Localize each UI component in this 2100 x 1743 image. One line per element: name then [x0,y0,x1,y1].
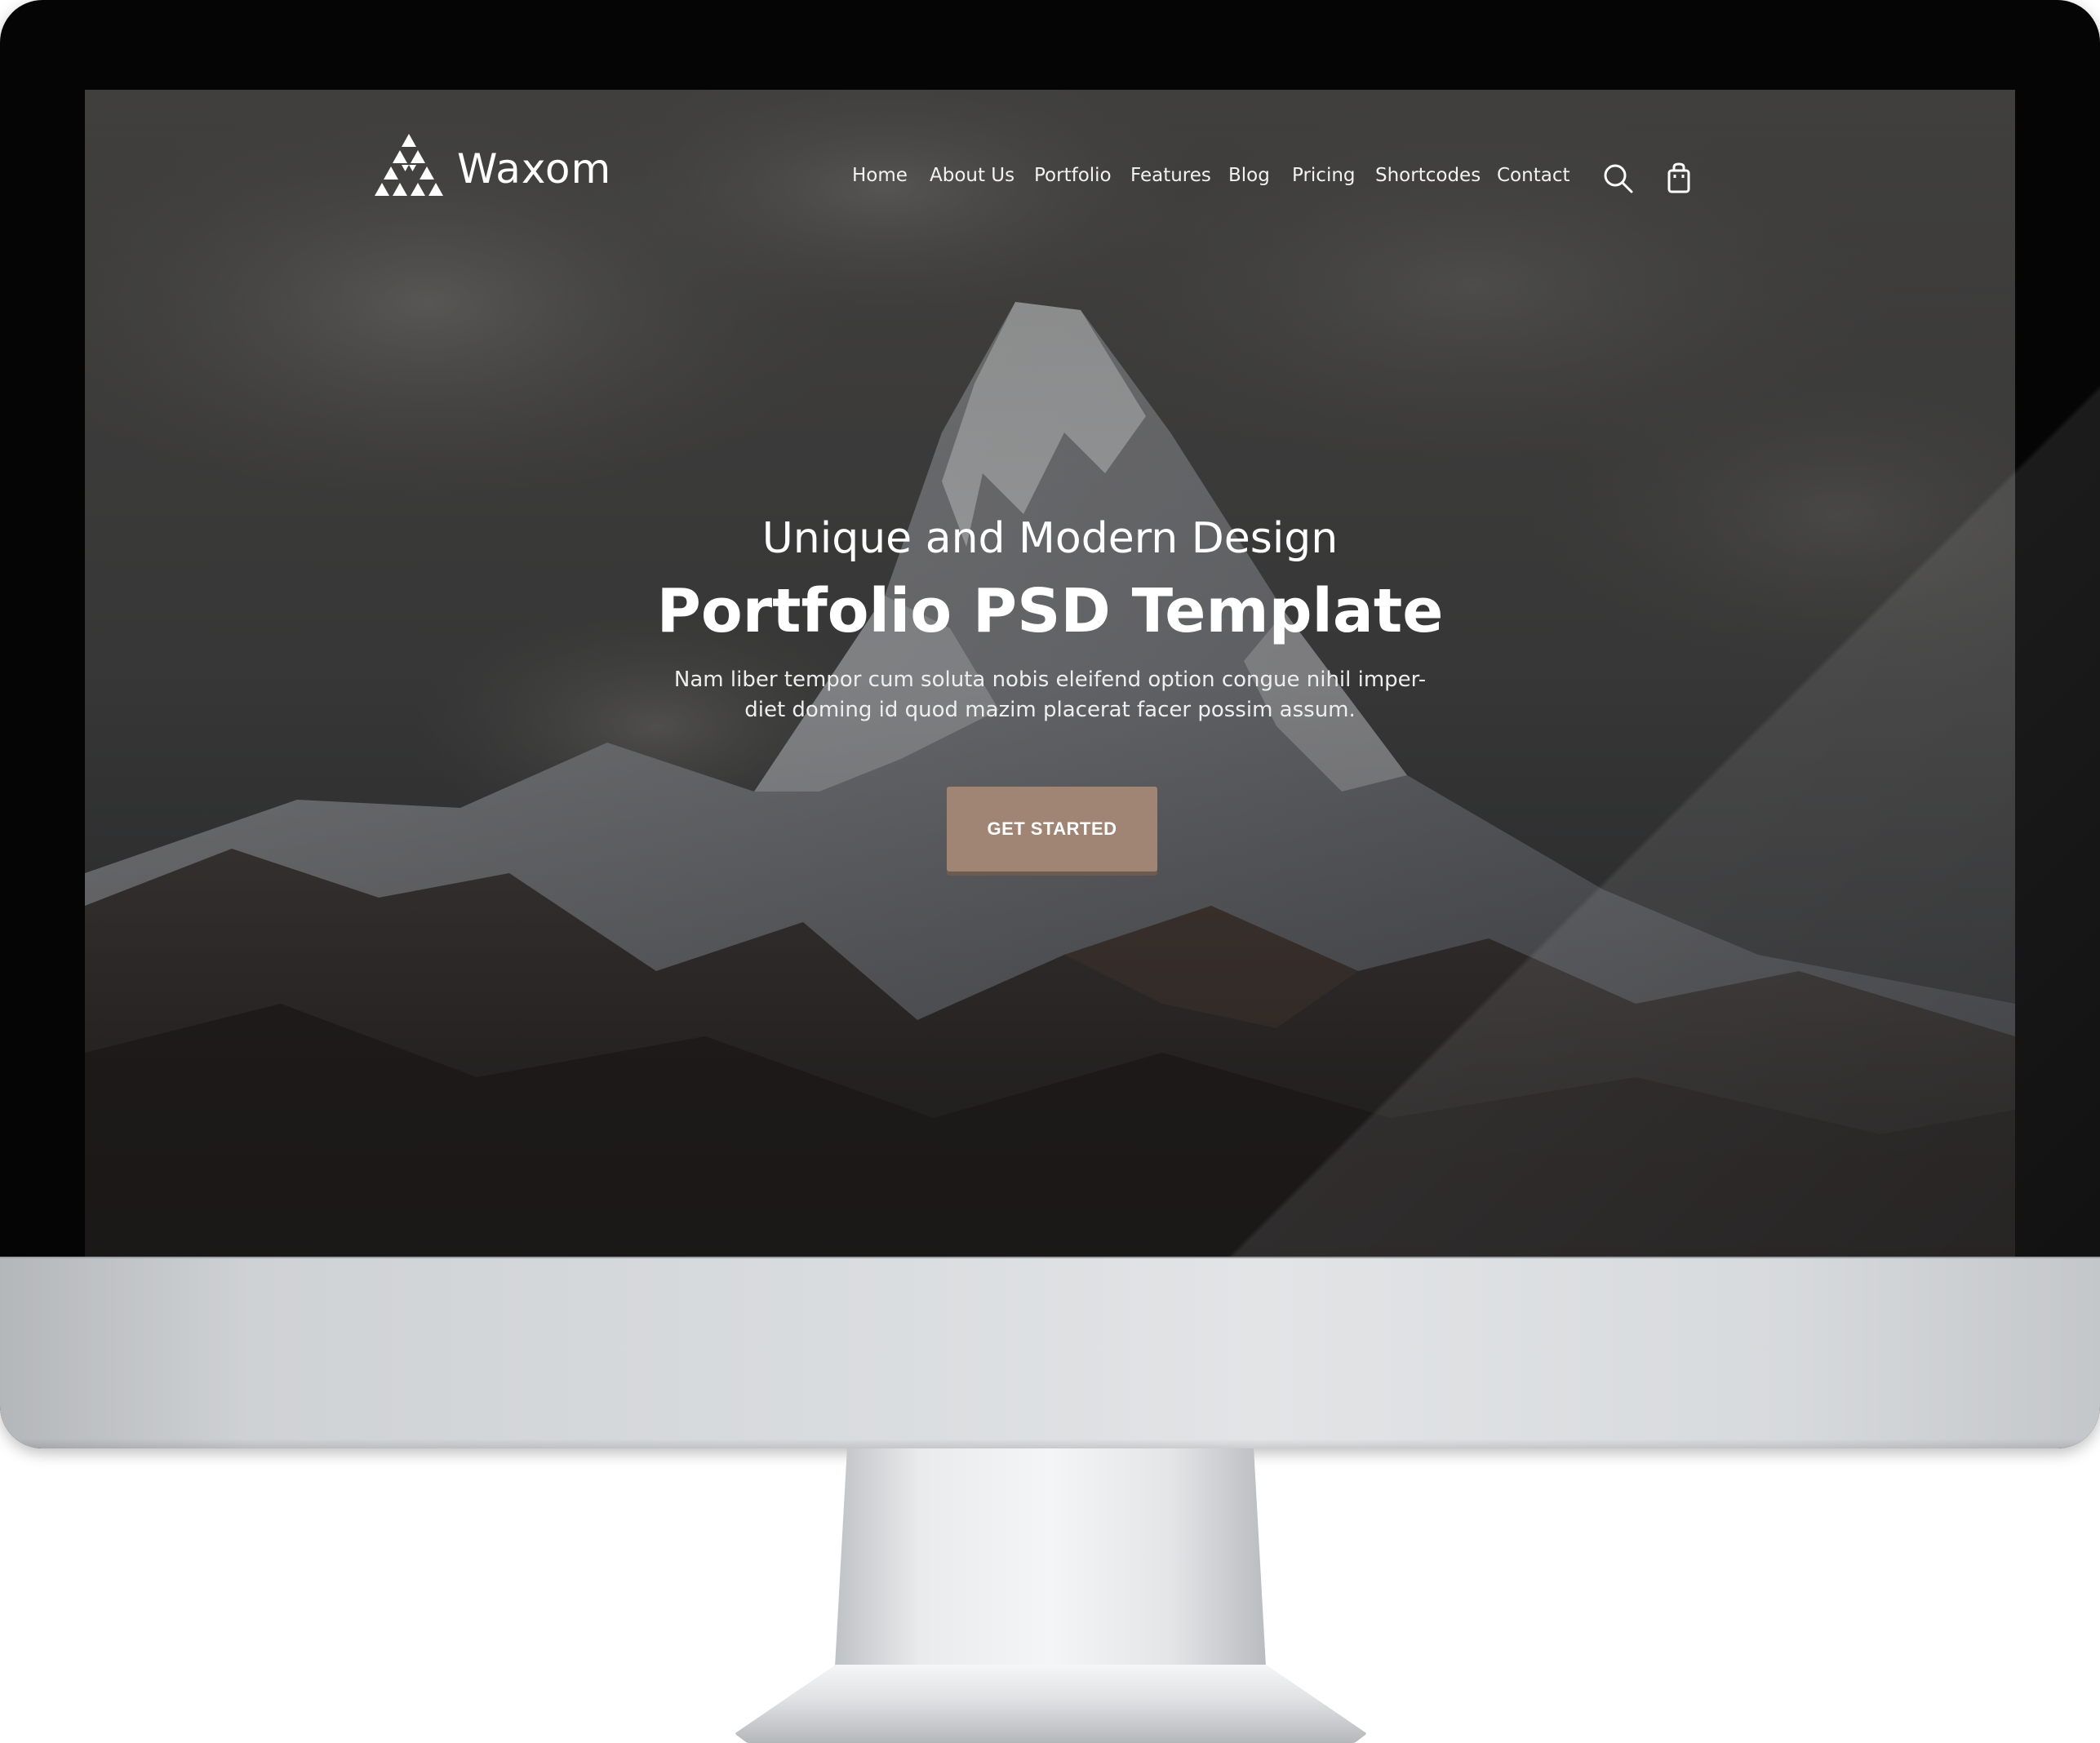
monitor-chin [0,1257,2100,1448]
hero-subtitle: Unique and Modern Design [761,514,1339,563]
nav-item-blog[interactable]: Blog [1228,165,1270,186]
monitor: Waxom Home About Us Portfolio Features B… [0,0,2100,1448]
hero-description-line-1: Nam liber tempor cum soluta nobis eleife… [673,667,1427,692]
main-navigation: Home About Us Portfolio Features Blog Pr… [85,165,2015,197]
nav-item-about-us[interactable]: About Us [930,165,1014,186]
nav-item-shortcodes[interactable]: Shortcodes [1375,165,1481,186]
shopping-bag-icon[interactable] [1663,162,1695,194]
nav-item-portfolio[interactable]: Portfolio [1034,165,1112,186]
hero-description-line-2: diet doming id quod mazim placerat facer… [744,698,1356,722]
get-started-button[interactable]: GET STARTED [947,787,1157,872]
hero-title: Portfolio PSD Template [656,576,1444,646]
nav-item-pricing[interactable]: Pricing [1292,165,1356,186]
nav-item-home[interactable]: Home [852,165,908,186]
nav-item-contact[interactable]: Contact [1497,165,1569,186]
hero-description: Nam liber tempor cum soluta nobis eleife… [673,665,1427,725]
search-icon[interactable] [1601,162,1634,194]
nav-item-features[interactable]: Features [1130,165,1211,186]
website-screen: Waxom Home About Us Portfolio Features B… [85,90,2015,1257]
monitor-stand-base [735,1665,1367,1743]
monitor-stand-neck [834,1448,1267,1681]
